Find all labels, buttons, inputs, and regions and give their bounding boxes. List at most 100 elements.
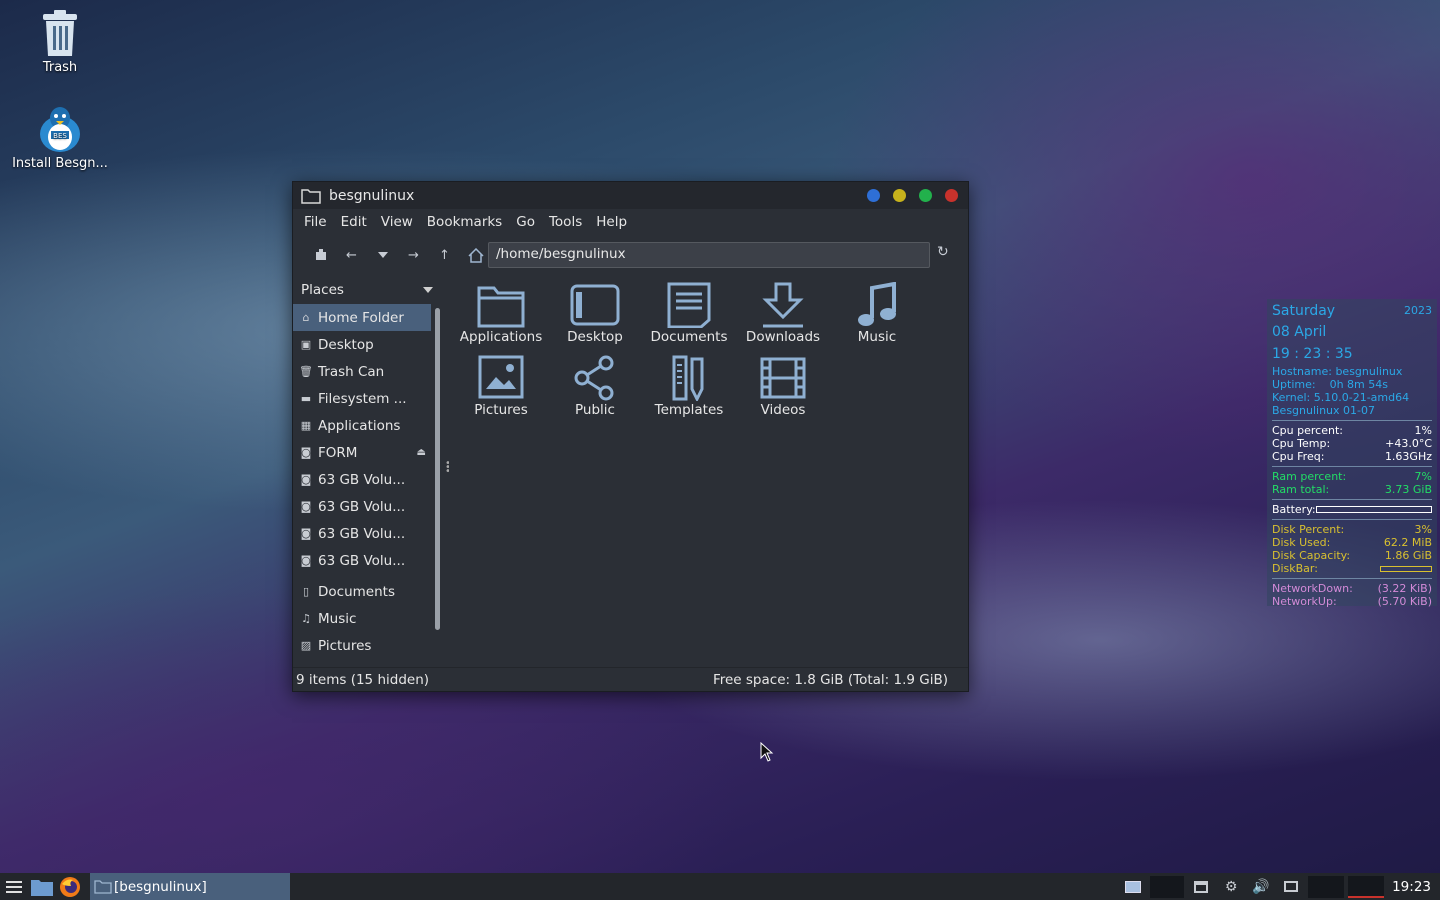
places-sidebar: Places ⌂ Home Folder ▣ Desktop 🗑 Trash Can … (293, 276, 443, 669)
sidebar-item-label: Documents (318, 583, 395, 600)
file-manager-window: besgnulinux File Edit View Bookmarks Go … (292, 181, 969, 692)
sidebar-item-filesystem[interactable]: ▬ Filesystem ... (293, 385, 431, 412)
mouse-cursor-icon (760, 742, 774, 762)
file-item-public[interactable]: Public (548, 355, 642, 418)
file-item-label: Documents (650, 329, 728, 345)
file-item-pictures[interactable]: Pictures (454, 355, 548, 418)
monitor-day: Saturday (1272, 303, 1336, 319)
menu-file[interactable]: File (297, 214, 334, 230)
desktop-icon-installer[interactable]: BES Install Besgn... (10, 104, 110, 171)
new-window-icon (315, 249, 326, 260)
file-item-templates[interactable]: Templates (642, 355, 736, 418)
taskbar-window-button[interactable]: [besgnulinux] (90, 873, 290, 900)
sidebar-item-trash[interactable]: 🗑 Trash Can (293, 358, 431, 385)
file-item-applications[interactable]: Applications (454, 282, 548, 345)
videos-folder-icon (760, 357, 806, 399)
item-count: 9 items (15 hidden) (296, 671, 430, 688)
file-item-label: Templates (654, 402, 724, 418)
desktop-icon-label: Trash (42, 60, 78, 75)
volume-icon: 🔊 (1252, 878, 1270, 895)
monitor-kernel: Kernel: 5.10.0-21-amd64 (1272, 391, 1410, 404)
menu-tools[interactable]: Tools (542, 214, 589, 230)
downloads-folder-icon (762, 282, 804, 328)
menu-go[interactable]: Go (509, 214, 542, 230)
workspace-1-button[interactable] (1118, 873, 1148, 900)
file-item-downloads[interactable]: Downloads (736, 282, 830, 345)
monitor-cpu-temp: Cpu Temp: +43.0°C (1272, 437, 1432, 450)
workspace-2-button[interactable] (1150, 875, 1185, 898)
sidebar-item-pictures[interactable]: ▨ Pictures (293, 632, 431, 659)
folder-icon (94, 879, 112, 894)
sidebar-item-volume[interactable]: ◙ 63 GB Volu... (293, 466, 431, 493)
file-manager-launcher[interactable] (28, 873, 56, 900)
sidebar-item-desktop[interactable]: ▣ Desktop (293, 331, 431, 358)
app-menu-button[interactable] (0, 873, 28, 900)
sidebar-item-home[interactable]: ⌂ Home Folder (293, 304, 431, 331)
eject-icon[interactable]: ⏏ (417, 447, 426, 458)
sidebar-item-volume[interactable]: ◙ 63 GB Volu... (293, 493, 431, 520)
sidebar-item-applications[interactable]: ▦ Applications (293, 412, 431, 439)
tux-installer-icon: BES (40, 107, 80, 152)
file-item-documents[interactable]: Documents (642, 282, 736, 345)
sidebar-item-form[interactable]: ◙ FORM ⏏ (293, 439, 431, 466)
reload-button[interactable]: ↻ (937, 244, 949, 260)
history-button[interactable] (367, 242, 398, 268)
battery-bar (1316, 506, 1432, 513)
home-icon (467, 247, 484, 263)
back-button[interactable]: ← (336, 242, 367, 268)
sidebar-item-music[interactable]: ♫ Music (293, 605, 431, 632)
monitor-diskbar: DiskBar: (1272, 562, 1432, 575)
menu-edit[interactable]: Edit (334, 214, 374, 230)
chevron-down-icon (423, 287, 433, 293)
sidebar-item-documents[interactable]: ▯ Documents (293, 578, 431, 605)
system-tray: ⚙ 🔊 19:23 (1118, 873, 1440, 900)
up-button[interactable]: ↑ (429, 242, 460, 268)
workspace-icon (1125, 880, 1142, 893)
disk-icon: ◙ (300, 446, 312, 459)
sidebar-item-volume[interactable]: ◙ 63 GB Volu... (293, 520, 431, 547)
home-button[interactable] (460, 242, 491, 268)
drive-icon: ▬ (300, 392, 312, 405)
monitor-battery: Battery: (1272, 503, 1432, 516)
menu-bar: File Edit View Bookmarks Go Tools Help (293, 209, 968, 235)
minimize-button[interactable] (867, 189, 880, 202)
system-monitor-widget: Saturday 2023 08 April 19 : 23 : 35 Host… (1267, 299, 1437, 608)
monitor-cpu-freq: Cpu Freq: 1.63GHz (1272, 450, 1432, 463)
window-titlebar[interactable]: besgnulinux (293, 182, 968, 209)
desktop-icon: ▣ (300, 338, 312, 351)
file-item-videos[interactable]: Videos (736, 355, 830, 418)
close-button[interactable] (945, 189, 958, 202)
menu-view[interactable]: View (374, 214, 420, 230)
disk-bar (1380, 565, 1432, 572)
location-input[interactable]: /home/besgnulinux (488, 242, 930, 268)
file-item-label: Downloads (745, 329, 821, 345)
notifications-button[interactable] (1276, 873, 1306, 900)
file-item-desktop[interactable]: Desktop (548, 282, 642, 345)
settings-button[interactable]: ⚙ (1216, 873, 1246, 900)
taskbar-clock[interactable]: 19:23 (1386, 879, 1440, 895)
monitor-disk-used: Disk Used: 62.2 MiB (1272, 536, 1432, 549)
volume-button[interactable]: 🔊 (1246, 873, 1276, 900)
sidebar-scrollbar[interactable] (435, 308, 440, 630)
monitor-year: 2023 (1404, 304, 1432, 317)
new-tab-button[interactable] (305, 242, 336, 268)
sidebar-item-label: 63 GB Volu... (318, 471, 406, 488)
file-item-label: Music (857, 329, 897, 345)
menu-bookmarks[interactable]: Bookmarks (420, 214, 509, 230)
sidebar-item-volume[interactable]: ◙ 63 GB Volu... (293, 547, 431, 574)
browser-launcher[interactable] (56, 873, 84, 900)
menu-help[interactable]: Help (589, 214, 634, 230)
forward-button[interactable]: → (398, 242, 429, 268)
restore-button[interactable] (919, 189, 932, 202)
file-item-music[interactable]: Music (830, 282, 924, 345)
monitor-cpu-percent: Cpu percent: 1% (1272, 424, 1432, 437)
maximize-button[interactable] (893, 189, 906, 202)
places-header[interactable]: Places (293, 276, 443, 304)
monitor-hostname: Hostname: besgnulinux (1272, 365, 1403, 378)
sidebar-item-label: 63 GB Volu... (318, 498, 406, 515)
desktop-icon-trash[interactable]: Trash (10, 8, 110, 75)
show-desktop-button[interactable] (1186, 873, 1216, 900)
folder-icon (301, 188, 321, 204)
window-title: besgnulinux (329, 187, 415, 204)
sidebar-item-label: 63 GB Volu... (318, 525, 406, 542)
